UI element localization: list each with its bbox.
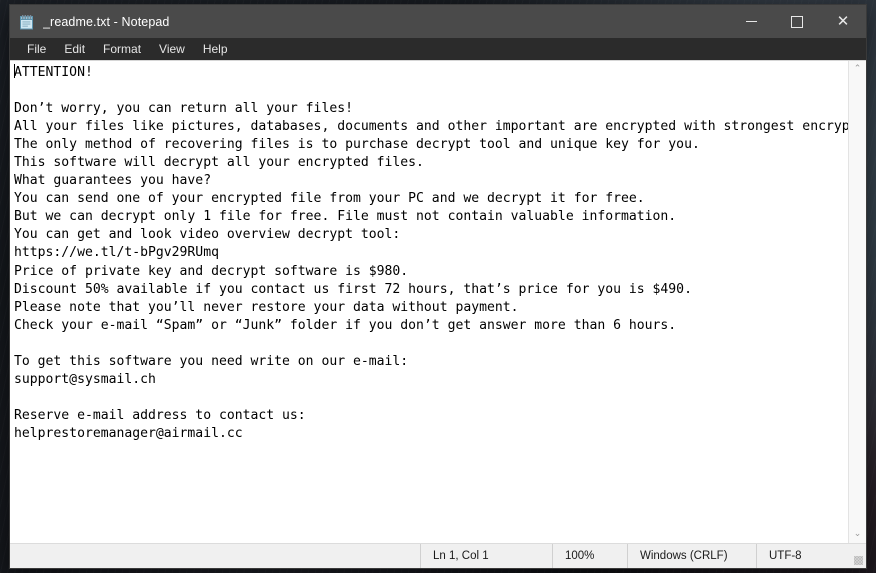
notepad-window: _readme.txt - Notepad ✕ File Edit Format… bbox=[10, 5, 866, 568]
menu-item-file[interactable]: File bbox=[18, 40, 55, 58]
editor-content: ATTENTION! Don’t worry, you can return a… bbox=[14, 65, 848, 441]
window-controls: ✕ bbox=[728, 5, 866, 38]
status-encoding[interactable]: UTF-8 bbox=[756, 544, 847, 568]
scroll-up-icon[interactable]: ⌃ bbox=[849, 61, 866, 78]
status-cursor-position: Ln 1, Col 1 bbox=[420, 544, 552, 568]
editor-area: ATTENTION! Don’t worry, you can return a… bbox=[10, 60, 866, 543]
scrollbar-track[interactable] bbox=[849, 78, 866, 526]
menu-item-edit[interactable]: Edit bbox=[55, 40, 94, 58]
text-editor[interactable]: ATTENTION! Don’t worry, you can return a… bbox=[10, 61, 848, 543]
minimize-button[interactable] bbox=[728, 5, 774, 38]
vertical-scrollbar[interactable]: ⌃ ⌄ bbox=[848, 61, 866, 543]
menu-item-help[interactable]: Help bbox=[194, 40, 237, 58]
minimize-icon bbox=[745, 21, 757, 22]
maximize-icon bbox=[791, 15, 803, 28]
close-icon: ✕ bbox=[836, 12, 850, 30]
menu-item-view[interactable]: View bbox=[150, 40, 194, 58]
scroll-down-icon[interactable]: ⌄ bbox=[849, 526, 866, 543]
status-spacer bbox=[10, 544, 420, 568]
menu-bar: File Edit Format View Help bbox=[10, 38, 866, 60]
maximize-button[interactable] bbox=[774, 5, 820, 38]
status-bar: Ln 1, Col 1 100% Windows (CRLF) UTF-8 bbox=[10, 543, 866, 568]
status-zoom-level[interactable]: 100% bbox=[552, 544, 627, 568]
resize-grip[interactable] bbox=[847, 544, 866, 568]
close-button[interactable]: ✕ bbox=[820, 5, 866, 38]
notepad-icon bbox=[19, 14, 35, 30]
window-title: _readme.txt - Notepad bbox=[43, 14, 170, 29]
status-line-ending[interactable]: Windows (CRLF) bbox=[627, 544, 756, 568]
title-bar[interactable]: _readme.txt - Notepad ✕ bbox=[10, 5, 866, 38]
menu-item-format[interactable]: Format bbox=[94, 40, 150, 58]
